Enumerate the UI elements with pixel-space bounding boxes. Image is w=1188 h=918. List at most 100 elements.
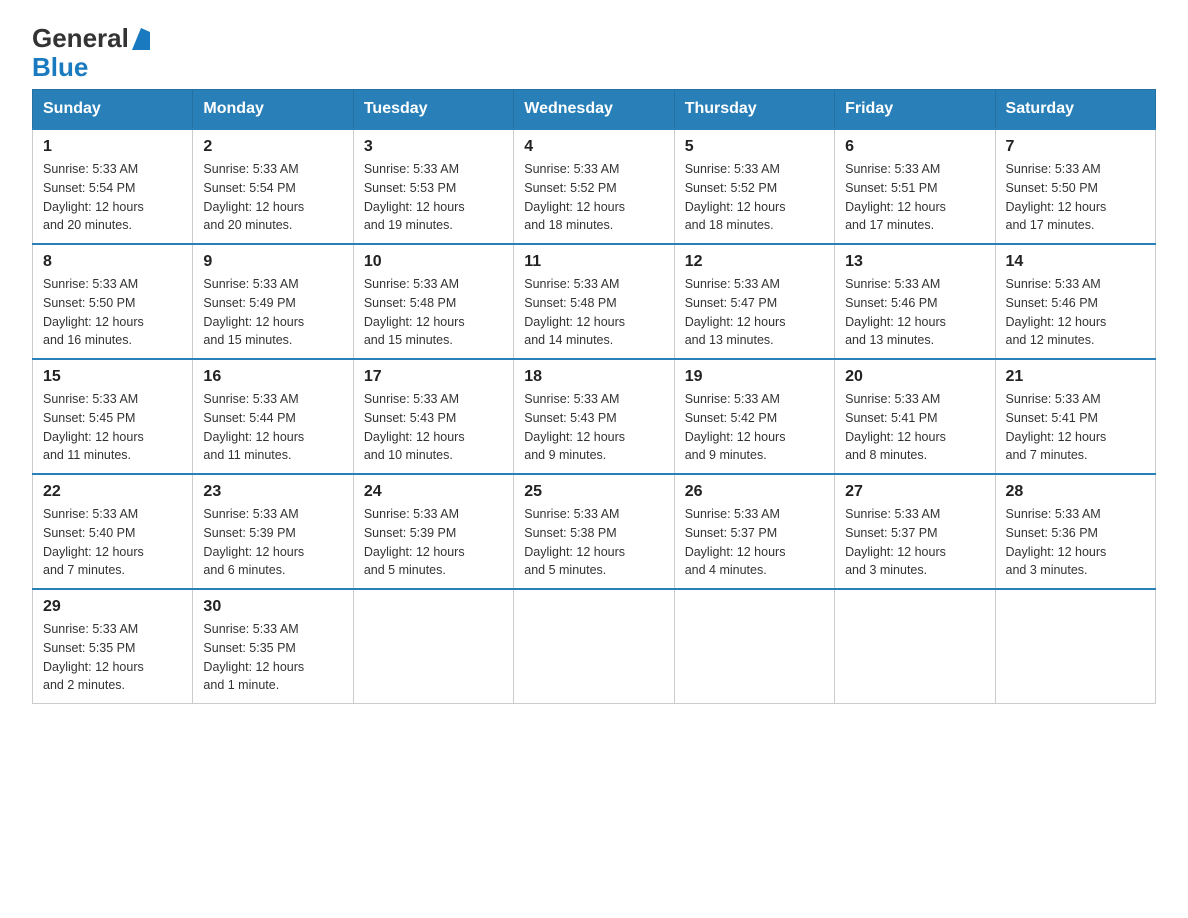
day-info: Sunrise: 5:33 AMSunset: 5:37 PMDaylight:… <box>685 505 824 580</box>
col-header-tuesday: Tuesday <box>353 90 513 130</box>
day-info: Sunrise: 5:33 AMSunset: 5:37 PMDaylight:… <box>845 505 984 580</box>
day-info: Sunrise: 5:33 AMSunset: 5:44 PMDaylight:… <box>203 390 342 465</box>
day-info: Sunrise: 5:33 AMSunset: 5:39 PMDaylight:… <box>364 505 503 580</box>
page-header: General Blue <box>32 24 1156 81</box>
day-info: Sunrise: 5:33 AMSunset: 5:47 PMDaylight:… <box>685 275 824 350</box>
day-info: Sunrise: 5:33 AMSunset: 5:35 PMDaylight:… <box>203 620 342 695</box>
day-number: 12 <box>685 253 824 271</box>
day-info: Sunrise: 5:33 AMSunset: 5:36 PMDaylight:… <box>1006 505 1145 580</box>
calendar-table: SundayMondayTuesdayWednesdayThursdayFrid… <box>32 89 1156 704</box>
day-number: 14 <box>1006 253 1145 271</box>
calendar-cell: 16 Sunrise: 5:33 AMSunset: 5:44 PMDayligh… <box>193 359 353 474</box>
day-number: 11 <box>524 253 663 271</box>
day-info: Sunrise: 5:33 AMSunset: 5:38 PMDaylight:… <box>524 505 663 580</box>
calendar-cell: 24 Sunrise: 5:33 AMSunset: 5:39 PMDayligh… <box>353 474 513 589</box>
day-number: 26 <box>685 483 824 501</box>
day-info: Sunrise: 5:33 AMSunset: 5:48 PMDaylight:… <box>364 275 503 350</box>
day-number: 16 <box>203 368 342 386</box>
calendar-cell: 15 Sunrise: 5:33 AMSunset: 5:45 PMDayligh… <box>33 359 193 474</box>
calendar-cell: 6 Sunrise: 5:33 AMSunset: 5:51 PMDaylight… <box>835 129 995 244</box>
day-info: Sunrise: 5:33 AMSunset: 5:49 PMDaylight:… <box>203 275 342 350</box>
day-info: Sunrise: 5:33 AMSunset: 5:43 PMDaylight:… <box>524 390 663 465</box>
calendar-cell: 3 Sunrise: 5:33 AMSunset: 5:53 PMDaylight… <box>353 129 513 244</box>
day-number: 3 <box>364 138 503 156</box>
calendar-cell: 14 Sunrise: 5:33 AMSunset: 5:46 PMDayligh… <box>995 244 1155 359</box>
day-number: 30 <box>203 598 342 616</box>
day-number: 27 <box>845 483 984 501</box>
day-info: Sunrise: 5:33 AMSunset: 5:54 PMDaylight:… <box>203 160 342 235</box>
day-number: 6 <box>845 138 984 156</box>
logo-container: General Blue <box>32 24 150 81</box>
calendar-cell: 22 Sunrise: 5:33 AMSunset: 5:40 PMDayligh… <box>33 474 193 589</box>
day-info: Sunrise: 5:33 AMSunset: 5:39 PMDaylight:… <box>203 505 342 580</box>
col-header-saturday: Saturday <box>995 90 1155 130</box>
day-info: Sunrise: 5:33 AMSunset: 5:46 PMDaylight:… <box>1006 275 1145 350</box>
day-number: 10 <box>364 253 503 271</box>
day-number: 25 <box>524 483 663 501</box>
day-number: 13 <box>845 253 984 271</box>
calendar-week-row: 8 Sunrise: 5:33 AMSunset: 5:50 PMDaylight… <box>33 244 1156 359</box>
day-number: 29 <box>43 598 182 616</box>
calendar-cell: 28 Sunrise: 5:33 AMSunset: 5:36 PMDayligh… <box>995 474 1155 589</box>
calendar-cell: 5Sunrise: 5:33 AMSunset: 5:52 PMDaylight… <box>674 129 834 244</box>
calendar-cell: 1 Sunrise: 5:33 AMSunset: 5:54 PMDaylight… <box>33 129 193 244</box>
day-info: Sunrise: 5:33 AMSunset: 5:41 PMDaylight:… <box>845 390 984 465</box>
day-number: 17 <box>364 368 503 386</box>
col-header-thursday: Thursday <box>674 90 834 130</box>
day-number: 7 <box>1006 138 1145 156</box>
day-number: 9 <box>203 253 342 271</box>
day-number: 15 <box>43 368 182 386</box>
day-number: 18 <box>524 368 663 386</box>
calendar-cell: 21Sunrise: 5:33 AMSunset: 5:41 PMDayligh… <box>995 359 1155 474</box>
day-number: 2 <box>203 138 342 156</box>
calendar-cell: 30 Sunrise: 5:33 AMSunset: 5:35 PMDayligh… <box>193 589 353 704</box>
calendar-week-row: 22 Sunrise: 5:33 AMSunset: 5:40 PMDayligh… <box>33 474 1156 589</box>
day-info: Sunrise: 5:33 AMSunset: 5:50 PMDaylight:… <box>43 275 182 350</box>
logo-top-row: General <box>32 24 150 53</box>
day-number: 20 <box>845 368 984 386</box>
calendar-week-row: 1 Sunrise: 5:33 AMSunset: 5:54 PMDaylight… <box>33 129 1156 244</box>
day-number: 8 <box>43 253 182 271</box>
calendar-cell: 11 Sunrise: 5:33 AMSunset: 5:48 PMDayligh… <box>514 244 674 359</box>
logo-general-text: General <box>32 24 129 53</box>
day-info: Sunrise: 5:33 AMSunset: 5:54 PMDaylight:… <box>43 160 182 235</box>
day-info: Sunrise: 5:33 AMSunset: 5:46 PMDaylight:… <box>845 275 984 350</box>
day-number: 28 <box>1006 483 1145 501</box>
col-header-friday: Friday <box>835 90 995 130</box>
day-info: Sunrise: 5:33 AMSunset: 5:42 PMDaylight:… <box>685 390 824 465</box>
calendar-week-row: 15 Sunrise: 5:33 AMSunset: 5:45 PMDayligh… <box>33 359 1156 474</box>
day-info: Sunrise: 5:33 AMSunset: 5:43 PMDaylight:… <box>364 390 503 465</box>
calendar-cell: 18 Sunrise: 5:33 AMSunset: 5:43 PMDayligh… <box>514 359 674 474</box>
calendar-cell <box>353 589 513 704</box>
calendar-cell: 20 Sunrise: 5:33 AMSunset: 5:41 PMDayligh… <box>835 359 995 474</box>
calendar-cell: 23Sunrise: 5:33 AMSunset: 5:39 PMDayligh… <box>193 474 353 589</box>
day-info: Sunrise: 5:33 AMSunset: 5:41 PMDaylight:… <box>1006 390 1145 465</box>
calendar-cell <box>995 589 1155 704</box>
day-info: Sunrise: 5:33 AMSunset: 5:51 PMDaylight:… <box>845 160 984 235</box>
logo: General Blue <box>32 24 150 81</box>
calendar-cell: 8 Sunrise: 5:33 AMSunset: 5:50 PMDaylight… <box>33 244 193 359</box>
calendar-cell: 10 Sunrise: 5:33 AMSunset: 5:48 PMDayligh… <box>353 244 513 359</box>
day-number: 19 <box>685 368 824 386</box>
day-number: 4 <box>524 138 663 156</box>
calendar-cell: 4 Sunrise: 5:33 AMSunset: 5:52 PMDaylight… <box>514 129 674 244</box>
day-number: 22 <box>43 483 182 501</box>
col-header-monday: Monday <box>193 90 353 130</box>
logo-blue-text: Blue <box>32 53 150 82</box>
day-info: Sunrise: 5:33 AMSunset: 5:40 PMDaylight:… <box>43 505 182 580</box>
calendar-cell: 13 Sunrise: 5:33 AMSunset: 5:46 PMDayligh… <box>835 244 995 359</box>
logo-arrow-icon <box>132 28 150 50</box>
day-number: 5 <box>685 138 824 156</box>
day-number: 24 <box>364 483 503 501</box>
calendar-cell: 29Sunrise: 5:33 AMSunset: 5:35 PMDayligh… <box>33 589 193 704</box>
calendar-cell: 12 Sunrise: 5:33 AMSunset: 5:47 PMDayligh… <box>674 244 834 359</box>
day-info: Sunrise: 5:33 AMSunset: 5:53 PMDaylight:… <box>364 160 503 235</box>
day-info: Sunrise: 5:33 AMSunset: 5:52 PMDaylight:… <box>524 160 663 235</box>
day-number: 1 <box>43 138 182 156</box>
day-info: Sunrise: 5:33 AMSunset: 5:45 PMDaylight:… <box>43 390 182 465</box>
day-info: Sunrise: 5:33 AMSunset: 5:48 PMDaylight:… <box>524 275 663 350</box>
day-info: Sunrise: 5:33 AMSunset: 5:50 PMDaylight:… <box>1006 160 1145 235</box>
calendar-cell: 7 Sunrise: 5:33 AMSunset: 5:50 PMDaylight… <box>995 129 1155 244</box>
col-header-wednesday: Wednesday <box>514 90 674 130</box>
calendar-week-row: 29 Sunrise: 5:33 AMSunset: 5:35 PMDayligh… <box>33 589 1156 704</box>
